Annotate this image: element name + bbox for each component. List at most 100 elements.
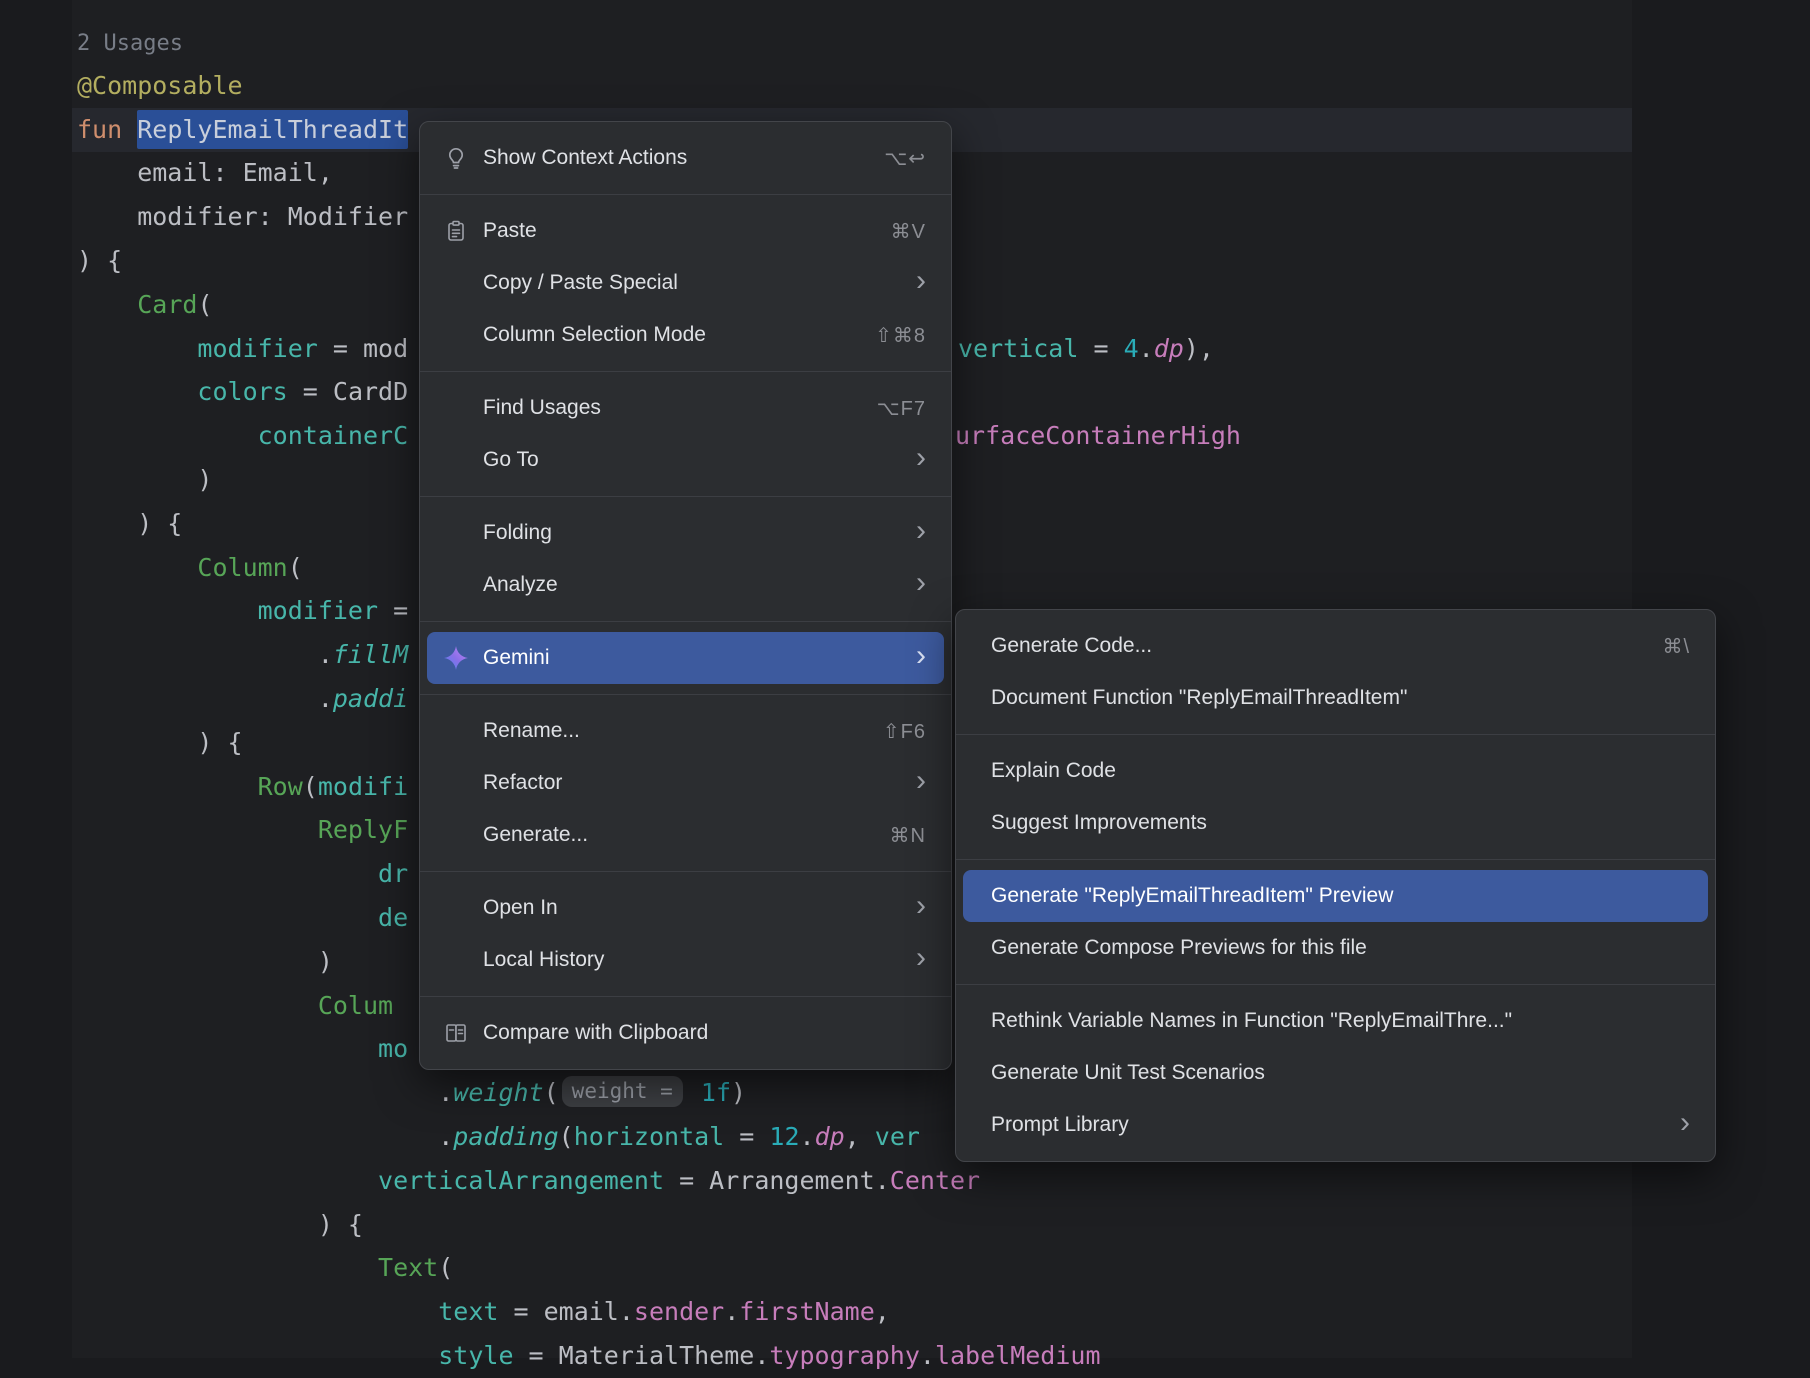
chevron-right-icon: › (916, 943, 926, 973)
menu-item-find-usages[interactable]: Find Usages ⌥F7 (427, 382, 944, 434)
code-line: Text( (77, 1246, 453, 1290)
code-token: horizontal (574, 1122, 725, 1151)
code-token: . (920, 1341, 935, 1370)
menu-item-label: Generate "ReplyEmailThreadItem" Preview (991, 884, 1393, 908)
usages-inlay-hint[interactable]: 2 Usages (77, 31, 183, 56)
code-token: = mod (318, 334, 408, 363)
menu-item-label: Explain Code (991, 759, 1116, 783)
code-line: verticalArrangement = Arrangement.Center (77, 1159, 980, 1203)
chevron-right-icon: › (916, 568, 926, 598)
code-token: email: Email, (77, 158, 333, 187)
code-token: = (724, 1122, 769, 1151)
menu-item-go-to[interactable]: Go To› (427, 434, 944, 486)
code-token: ) (77, 465, 212, 494)
menu-item-gemini[interactable]: Gemini› (427, 632, 944, 684)
code-line: fun ReplyEmailThreadIt (77, 108, 408, 152)
menu-item-generate-compose-previews-for-this-file[interactable]: Generate Compose Previews for this file (963, 922, 1708, 974)
code-token (77, 1034, 378, 1063)
menu-item-suggest-improvements[interactable]: Suggest Improvements (963, 797, 1708, 849)
code-token: sender (634, 1297, 724, 1326)
menu-item-label: Generate Code... (991, 634, 1152, 658)
menu-item-prompt-library[interactable]: Prompt Library› (963, 1099, 1708, 1151)
menu-separator (420, 694, 951, 695)
menu-item-rename[interactable]: Rename...⇧F6 (427, 705, 944, 757)
code-token: paddi (333, 684, 408, 713)
menu-item-rethink-variable-names-in-function-replyemailthre[interactable]: Rethink Variable Names in Function "Repl… (963, 995, 1708, 1047)
icon-placeholder (443, 822, 469, 848)
chevron-right-icon: › (1680, 1108, 1690, 1138)
code-token: ( (303, 772, 318, 801)
menu-item-generate-code[interactable]: Generate Code...⌘\ (963, 620, 1708, 672)
shortcut-hint: ⇧F6 (883, 719, 926, 744)
code-token: ) (731, 1078, 746, 1107)
code-token (686, 1078, 701, 1107)
code-token: dr (378, 859, 408, 888)
gemini-submenu: Generate Code...⌘\Document Function "Rep… (955, 609, 1716, 1162)
code-line: modifier = (77, 589, 408, 633)
code-token: ( (288, 553, 303, 582)
menu-item-refactor[interactable]: Refactor› (427, 757, 944, 809)
code-line: ReplyF (77, 808, 408, 852)
code-line: Card( (77, 283, 213, 327)
code-line: .padding(horizontal = 12.dp, ver (77, 1115, 920, 1159)
menu-item-generate[interactable]: Generate...⌘N (427, 809, 944, 861)
icon-placeholder (443, 895, 469, 921)
code-line: ) { (77, 1203, 363, 1247)
menu-item-label: Compare with Clipboard (483, 1021, 708, 1045)
code-token: Card (137, 290, 197, 319)
icon-placeholder (443, 770, 469, 796)
menu-item-document-function-replyemailthreaditem[interactable]: Document Function "ReplyEmailThreadItem" (963, 672, 1708, 724)
code-token: firstName (739, 1297, 874, 1326)
menu-item-label: Paste (483, 219, 537, 243)
menu-item-column-selection-mode[interactable]: Column Selection Mode⇧⌘8 (427, 309, 944, 361)
menu-item-local-history[interactable]: Local History› (427, 934, 944, 986)
code-token: weight (453, 1078, 543, 1107)
menu-item-analyze[interactable]: Analyze› (427, 559, 944, 611)
menu-item-open-in[interactable]: Open In› (427, 882, 944, 934)
menu-item-show-context-actions[interactable]: Show Context Actions⌥↩ (427, 132, 944, 184)
menu-item-copy-paste-special[interactable]: Copy / Paste Special› (427, 257, 944, 309)
code-token: de (378, 903, 408, 932)
parameter-hint-chip[interactable]: weight = (562, 1076, 683, 1107)
code-token: Column (197, 553, 287, 582)
menu-item-generate-unit-test-scenarios[interactable]: Generate Unit Test Scenarios (963, 1047, 1708, 1099)
code-line: Colum (77, 984, 393, 1028)
menu-separator (420, 496, 951, 497)
paste-icon (443, 218, 469, 244)
code-token: . (77, 1122, 453, 1151)
code-line: modifier: Modifier (77, 195, 408, 239)
code-line: .paddi (77, 677, 408, 721)
shortcut-hint: ⇧⌘8 (875, 323, 926, 348)
code-line-right-segment: vertical = 4.dp), (958, 327, 1214, 371)
chevron-right-icon: › (916, 766, 926, 796)
menu-item-compare-with-clipboard[interactable]: Compare with Clipboard (427, 1007, 944, 1059)
code-line: email: Email, (77, 151, 333, 195)
code-token (77, 421, 258, 450)
code-token (77, 1297, 438, 1326)
menu-item-label: Generate... (483, 823, 588, 847)
code-token: vertical (958, 334, 1078, 363)
code-token: ( (197, 290, 212, 319)
menu-item-folding[interactable]: Folding› (427, 507, 944, 559)
code-token: ver (875, 1122, 920, 1151)
chevron-right-icon: › (916, 516, 926, 546)
menu-item-explain-code[interactable]: Explain Code (963, 745, 1708, 797)
code-token: = email. (498, 1297, 633, 1326)
code-token: @Composable (77, 71, 243, 100)
code-token: . (1139, 334, 1154, 363)
code-line: .fillM (77, 633, 408, 677)
icon-placeholder (443, 395, 469, 421)
code-token: verticalArrangement (378, 1166, 664, 1195)
code-token: = CardD (288, 377, 408, 406)
code-line: 2 Usages (77, 20, 183, 64)
menu-item-generate-replyemailthreaditem-preview[interactable]: Generate "ReplyEmailThreadItem" Preview (963, 870, 1708, 922)
code-token (77, 553, 197, 582)
code-token: modifier (197, 334, 317, 363)
icon-placeholder (443, 322, 469, 348)
code-token: modifi (318, 772, 408, 801)
menu-item-paste[interactable]: Paste⌘V (427, 205, 944, 257)
code-token: Center (890, 1166, 980, 1195)
code-token (77, 1253, 378, 1282)
shortcut-hint: ⌥F7 (877, 396, 926, 421)
menu-item-label: Find Usages (483, 396, 601, 420)
